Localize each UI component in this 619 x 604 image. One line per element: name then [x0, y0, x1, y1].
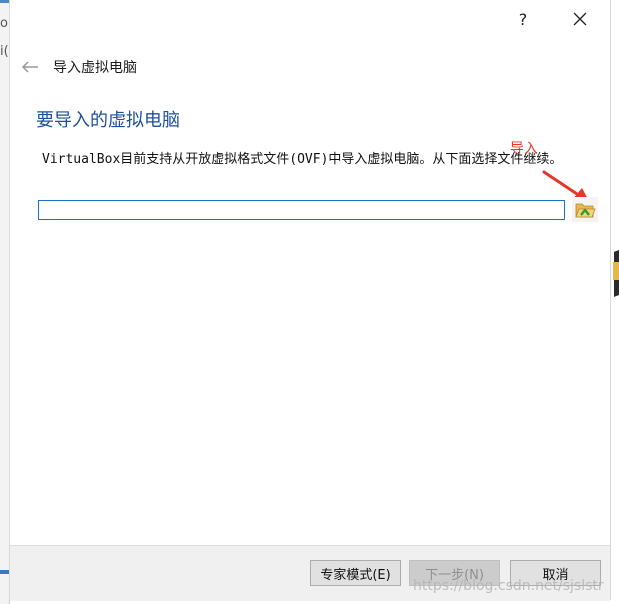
- background-accent-bar: [0, 0, 9, 3]
- back-arrow-icon: [21, 61, 38, 73]
- cancel-button[interactable]: 取消: [510, 560, 601, 586]
- close-button[interactable]: [565, 6, 595, 32]
- ovf-file-input[interactable]: [38, 200, 565, 220]
- close-icon: [573, 12, 587, 26]
- background-taskbar-strip: [0, 570, 9, 574]
- help-icon: ?: [518, 9, 528, 29]
- background-artwork-accent: [613, 262, 619, 280]
- folder-open-icon: [575, 203, 596, 217]
- wizard-footer: 专家模式(E) 下一步(N) 取消: [10, 545, 610, 601]
- expert-mode-button[interactable]: 专家模式(E): [310, 560, 401, 586]
- background-text-top: o: [0, 16, 8, 31]
- page-heading: 要导入的虚拟电脑: [36, 110, 180, 131]
- import-appliance-dialog: ? 导入虚拟电脑 要导入的虚拟电脑 VirtualBox目前支持从开放虚拟格式文…: [9, 0, 611, 601]
- annotation-label: 导入: [510, 141, 538, 157]
- background-window-right: [611, 0, 619, 604]
- next-button[interactable]: 下一步(N): [409, 560, 500, 586]
- help-button[interactable]: ?: [508, 6, 538, 32]
- wizard-title: 导入虚拟电脑: [53, 60, 137, 76]
- back-button[interactable]: [20, 57, 40, 77]
- background-text-mid: i(: [0, 44, 9, 59]
- browse-file-button[interactable]: [572, 197, 598, 222]
- wizard-header: 导入虚拟电脑: [20, 56, 137, 78]
